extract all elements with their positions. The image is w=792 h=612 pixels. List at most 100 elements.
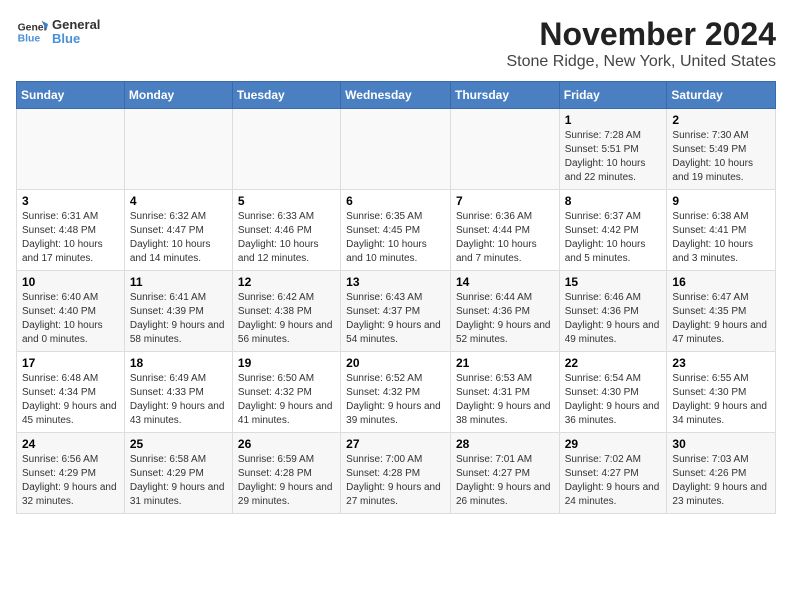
location-title: Stone Ridge, New York, United States xyxy=(507,53,777,71)
calendar-cell xyxy=(124,109,232,190)
day-info: Sunrise: 6:37 AM Sunset: 4:42 PM Dayligh… xyxy=(565,210,662,266)
calendar-cell xyxy=(232,109,340,190)
day-number: 27 xyxy=(346,437,445,451)
calendar-cell: 15 Sunrise: 6:46 AM Sunset: 4:36 PM Dayli… xyxy=(559,271,667,352)
day-info: Sunrise: 6:38 AM Sunset: 4:41 PM Dayligh… xyxy=(672,210,770,266)
calendar-week-5: 24 Sunrise: 6:56 AM Sunset: 4:29 PM Dayli… xyxy=(17,433,776,514)
calendar-cell: 22 Sunrise: 6:54 AM Sunset: 4:30 PM Dayli… xyxy=(559,352,667,433)
calendar-cell: 13 Sunrise: 6:43 AM Sunset: 4:37 PM Dayli… xyxy=(341,271,451,352)
page-header: General Blue General Blue November 2024 … xyxy=(16,16,776,71)
day-number: 4 xyxy=(130,194,227,208)
calendar-cell: 1 Sunrise: 7:28 AM Sunset: 5:51 PM Daylig… xyxy=(559,109,667,190)
day-info: Sunrise: 6:55 AM Sunset: 4:30 PM Dayligh… xyxy=(672,372,770,428)
calendar-cell xyxy=(450,109,559,190)
day-number: 22 xyxy=(565,356,662,370)
calendar-cell: 3 Sunrise: 6:31 AM Sunset: 4:48 PM Daylig… xyxy=(17,190,125,271)
day-info: Sunrise: 7:00 AM Sunset: 4:28 PM Dayligh… xyxy=(346,453,445,509)
day-info: Sunrise: 7:03 AM Sunset: 4:26 PM Dayligh… xyxy=(672,453,770,509)
day-number: 15 xyxy=(565,275,662,289)
day-number: 11 xyxy=(130,275,227,289)
day-info: Sunrise: 7:01 AM Sunset: 4:27 PM Dayligh… xyxy=(456,453,554,509)
day-info: Sunrise: 6:52 AM Sunset: 4:32 PM Dayligh… xyxy=(346,372,445,428)
day-info: Sunrise: 7:28 AM Sunset: 5:51 PM Dayligh… xyxy=(565,129,662,185)
calendar-week-1: 1 Sunrise: 7:28 AM Sunset: 5:51 PM Daylig… xyxy=(17,109,776,190)
calendar-cell: 8 Sunrise: 6:37 AM Sunset: 4:42 PM Daylig… xyxy=(559,190,667,271)
day-number: 5 xyxy=(238,194,335,208)
day-number: 24 xyxy=(22,437,119,451)
day-number: 7 xyxy=(456,194,554,208)
calendar-cell: 26 Sunrise: 6:59 AM Sunset: 4:28 PM Dayli… xyxy=(232,433,340,514)
weekday-header-sunday: Sunday xyxy=(17,82,125,109)
calendar-cell: 6 Sunrise: 6:35 AM Sunset: 4:45 PM Daylig… xyxy=(341,190,451,271)
day-info: Sunrise: 6:58 AM Sunset: 4:29 PM Dayligh… xyxy=(130,453,227,509)
calendar-week-3: 10 Sunrise: 6:40 AM Sunset: 4:40 PM Dayli… xyxy=(17,271,776,352)
calendar-cell: 30 Sunrise: 7:03 AM Sunset: 4:26 PM Dayli… xyxy=(667,433,776,514)
calendar-cell: 10 Sunrise: 6:40 AM Sunset: 4:40 PM Dayli… xyxy=(17,271,125,352)
calendar-cell: 27 Sunrise: 7:00 AM Sunset: 4:28 PM Dayli… xyxy=(341,433,451,514)
day-number: 8 xyxy=(565,194,662,208)
day-number: 3 xyxy=(22,194,119,208)
day-info: Sunrise: 6:46 AM Sunset: 4:36 PM Dayligh… xyxy=(565,291,662,347)
day-info: Sunrise: 6:43 AM Sunset: 4:37 PM Dayligh… xyxy=(346,291,445,347)
calendar-cell: 17Sunrise: 6:48 AM Sunset: 4:34 PM Dayli… xyxy=(17,352,125,433)
calendar-cell: 29Sunrise: 7:02 AM Sunset: 4:27 PM Dayli… xyxy=(559,433,667,514)
svg-text:Blue: Blue xyxy=(18,34,41,45)
day-number: 17 xyxy=(22,356,119,370)
day-number: 23 xyxy=(672,356,770,370)
day-number: 26 xyxy=(238,437,335,451)
day-number: 25 xyxy=(130,437,227,451)
calendar-cell: 4 Sunrise: 6:32 AM Sunset: 4:47 PM Daylig… xyxy=(124,190,232,271)
day-number: 28 xyxy=(456,437,554,451)
day-info: Sunrise: 7:30 AM Sunset: 5:49 PM Dayligh… xyxy=(672,129,770,185)
calendar-cell: 21Sunrise: 6:53 AM Sunset: 4:31 PM Dayli… xyxy=(450,352,559,433)
day-info: Sunrise: 6:50 AM Sunset: 4:32 PM Dayligh… xyxy=(238,372,335,428)
calendar-cell xyxy=(17,109,125,190)
day-info: Sunrise: 6:41 AM Sunset: 4:39 PM Dayligh… xyxy=(130,291,227,347)
calendar-cell xyxy=(341,109,451,190)
day-number: 30 xyxy=(672,437,770,451)
day-number: 19 xyxy=(238,356,335,370)
day-info: Sunrise: 6:49 AM Sunset: 4:33 PM Dayligh… xyxy=(130,372,227,428)
calendar-table: SundayMondayTuesdayWednesdayThursdayFrid… xyxy=(16,81,776,514)
title-section: November 2024 Stone Ridge, New York, Uni… xyxy=(507,16,777,71)
day-info: Sunrise: 6:54 AM Sunset: 4:30 PM Dayligh… xyxy=(565,372,662,428)
weekday-header-row: SundayMondayTuesdayWednesdayThursdayFrid… xyxy=(17,82,776,109)
logo: General Blue General Blue xyxy=(16,16,100,48)
day-number: 14 xyxy=(456,275,554,289)
month-title: November 2024 xyxy=(507,16,777,53)
day-number: 16 xyxy=(672,275,770,289)
calendar-cell: 9 Sunrise: 6:38 AM Sunset: 4:41 PM Daylig… xyxy=(667,190,776,271)
logo-icon: General Blue xyxy=(16,16,48,48)
day-number: 13 xyxy=(346,275,445,289)
calendar-cell: 24 Sunrise: 6:56 AM Sunset: 4:29 PM Dayli… xyxy=(17,433,125,514)
day-number: 1 xyxy=(565,113,662,127)
day-info: Sunrise: 6:36 AM Sunset: 4:44 PM Dayligh… xyxy=(456,210,554,266)
calendar-week-2: 3 Sunrise: 6:31 AM Sunset: 4:48 PM Daylig… xyxy=(17,190,776,271)
day-info: Sunrise: 6:56 AM Sunset: 4:29 PM Dayligh… xyxy=(22,453,119,509)
weekday-header-friday: Friday xyxy=(559,82,667,109)
day-number: 29 xyxy=(565,437,662,451)
day-info: Sunrise: 6:40 AM Sunset: 4:40 PM Dayligh… xyxy=(22,291,119,347)
day-number: 6 xyxy=(346,194,445,208)
day-info: Sunrise: 6:35 AM Sunset: 4:45 PM Dayligh… xyxy=(346,210,445,266)
weekday-header-monday: Monday xyxy=(124,82,232,109)
day-info: Sunrise: 6:44 AM Sunset: 4:36 PM Dayligh… xyxy=(456,291,554,347)
weekday-header-saturday: Saturday xyxy=(667,82,776,109)
calendar-week-4: 17Sunrise: 6:48 AM Sunset: 4:34 PM Dayli… xyxy=(17,352,776,433)
calendar-cell: 20Sunrise: 6:52 AM Sunset: 4:32 PM Dayli… xyxy=(341,352,451,433)
day-info: Sunrise: 6:32 AM Sunset: 4:47 PM Dayligh… xyxy=(130,210,227,266)
day-info: Sunrise: 6:47 AM Sunset: 4:35 PM Dayligh… xyxy=(672,291,770,347)
weekday-header-tuesday: Tuesday xyxy=(232,82,340,109)
weekday-header-thursday: Thursday xyxy=(450,82,559,109)
day-number: 12 xyxy=(238,275,335,289)
day-info: Sunrise: 6:59 AM Sunset: 4:28 PM Dayligh… xyxy=(238,453,335,509)
calendar-cell: 23 Sunrise: 6:55 AM Sunset: 4:30 PM Dayli… xyxy=(667,352,776,433)
day-number: 9 xyxy=(672,194,770,208)
calendar-header: SundayMondayTuesdayWednesdayThursdayFrid… xyxy=(17,82,776,109)
calendar-cell: 12Sunrise: 6:42 AM Sunset: 4:38 PM Dayli… xyxy=(232,271,340,352)
calendar-cell: 2Sunrise: 7:30 AM Sunset: 5:49 PM Daylig… xyxy=(667,109,776,190)
day-number: 10 xyxy=(22,275,119,289)
day-info: Sunrise: 6:31 AM Sunset: 4:48 PM Dayligh… xyxy=(22,210,119,266)
calendar-cell: 16 Sunrise: 6:47 AM Sunset: 4:35 PM Dayli… xyxy=(667,271,776,352)
day-info: Sunrise: 6:53 AM Sunset: 4:31 PM Dayligh… xyxy=(456,372,554,428)
